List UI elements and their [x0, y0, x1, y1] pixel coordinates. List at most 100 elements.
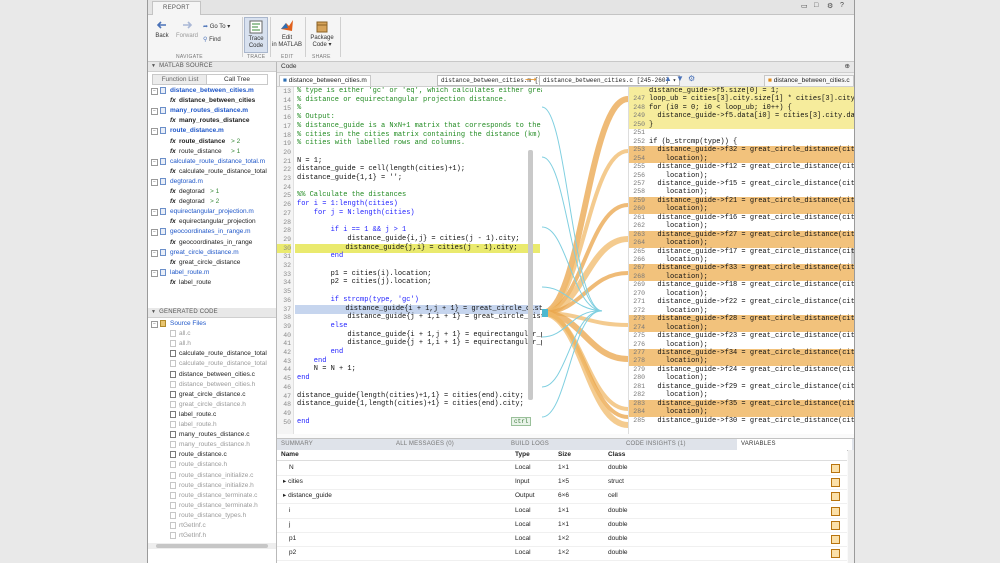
line-number: 25 [283, 192, 291, 200]
code-text: } [649, 120, 654, 129]
variable-size: 1×1 [558, 464, 570, 471]
variable-struct-icon[interactable] [831, 478, 840, 488]
line-number: 262 [633, 222, 645, 230]
tab-report[interactable]: REPORT [152, 1, 201, 15]
expand-toggle-icon[interactable]: − [151, 88, 158, 95]
c-file-icon: ■ [768, 77, 772, 84]
bottom-tab-variables[interactable]: VARIABLES [737, 439, 852, 450]
variable-struct-icon[interactable] [831, 535, 840, 544]
expand-toggle-icon[interactable]: − [151, 269, 158, 277]
variable-row[interactable]: ▸ distance_guide Output 6×6 cell [277, 489, 847, 505]
expand-toggle-icon[interactable]: − [151, 209, 158, 217]
back-arrow-icon [156, 21, 166, 29]
expand-toggle-icon[interactable]: − [151, 249, 158, 257]
bottom-tab-summary[interactable]: SUMMARY [277, 439, 392, 450]
trace-code-button[interactable]: Trace Code [244, 17, 268, 53]
variable-row[interactable]: j Local 1×1 double [277, 518, 847, 533]
code-text: % Output: [297, 113, 335, 122]
pane-options-icon[interactable]: ⊕ [845, 62, 850, 72]
tree-function-label: degtorad [179, 188, 205, 195]
tab-generated-file[interactable]: ■ distance_between_cities.c [764, 75, 854, 86]
variable-class: double [608, 535, 628, 542]
function-icon: fx [170, 137, 176, 145]
next-trace-icon[interactable]: ▼ [676, 74, 684, 83]
variable-row[interactable]: ▸ cities Input 1×5 struct [277, 475, 847, 491]
variable-struct-icon[interactable] [831, 492, 840, 502]
c-file-icon [170, 522, 176, 529]
back-button[interactable]: Back [152, 19, 172, 40]
col-class[interactable]: Class [608, 450, 625, 460]
line-number: 47 [283, 392, 291, 400]
tab-function-list[interactable]: Function List [152, 74, 208, 85]
line-number: 277 [633, 348, 645, 356]
variable-struct-icon[interactable] [831, 549, 840, 559]
line-number: 14 [283, 96, 291, 104]
package-code-button[interactable]: Package Code ▾ [307, 19, 337, 49]
variable-size: 1×1 [558, 506, 570, 514]
col-type[interactable]: Type [515, 450, 530, 460]
edit-in-matlab-button[interactable]: Edit in MATLAB [272, 19, 302, 49]
settings-icon[interactable]: ⚙ [827, 2, 833, 10]
matlab-source-header[interactable]: ▼ MATLAB SOURCE [148, 62, 276, 72]
code-line: % cities with labelled rows and columns. [297, 139, 465, 148]
tree-file-label: degtorad.m [170, 177, 203, 185]
variable-row[interactable]: p1 Local 1×2 double [277, 532, 847, 547]
coder-report-window: REPORT ▭ □ ⚙ ? Back Forward ➦ Go To ▾ ⚲ … [147, 0, 855, 563]
tree-function-label: route_distance [179, 147, 222, 155]
variable-row[interactable]: N Local 1×1 double [277, 461, 847, 476]
generated-code-editor[interactable]: distance_guide->f5.size[0] = 1; 247 loop_u… [628, 87, 854, 434]
tab-call-tree[interactable]: Call Tree [206, 74, 268, 85]
horizontal-scrollbar[interactable] [148, 543, 276, 549]
variable-struct-icon[interactable] [831, 506, 840, 516]
code-text: else [297, 321, 348, 330]
undock-icon[interactable]: □ [814, 2, 818, 9]
variable-row[interactable]: i Local 1×1 double [277, 504, 847, 519]
col-name[interactable]: Name [281, 450, 299, 460]
scroll-thumb[interactable] [156, 544, 268, 548]
expand-toggle-icon[interactable]: − [151, 158, 158, 166]
trace-mode-icon[interactable]: ⚙ [688, 74, 695, 83]
code-line: distance_guide{i + 1,j + 1} = great_circ… [295, 304, 542, 314]
line-number: 247 [633, 95, 645, 103]
tab-source-file[interactable]: ■ distance_between_cities.m [279, 75, 371, 86]
minimize-icon[interactable]: ▭ [801, 2, 808, 10]
code-text: distance_guide{j + 1,i + 1} = great_circ… [297, 313, 542, 322]
line-number: 278 [633, 357, 645, 365]
code-text: location); [649, 256, 708, 264]
col-size[interactable]: Size [558, 450, 571, 460]
code-text: % distance or equirectangular projection… [297, 95, 508, 104]
bottom-tab-build[interactable]: BUILD LOGS [507, 439, 622, 450]
variable-struct-icon[interactable] [831, 520, 840, 530]
line-number: 255 [633, 163, 645, 171]
expand-toggle-icon[interactable]: − [151, 229, 158, 237]
code-text: for j = N:length(cities) [297, 208, 415, 217]
code-line: location); [649, 172, 708, 181]
tree-file-label: equirectangular_projection.m [170, 208, 254, 216]
generated-location-dropdown[interactable]: distance_between_cities.c [245-260] ▾ [539, 75, 681, 86]
matlab-logo-icon [281, 20, 293, 31]
find-button[interactable]: ⚲ Find [203, 37, 239, 44]
bottom-tab-code[interactable]: CODE INSIGHTS (1) [622, 439, 737, 450]
source-scroll-thumb[interactable] [528, 150, 533, 400]
expand-toggle-icon[interactable]: − [151, 128, 158, 136]
variable-struct-icon[interactable] [831, 464, 840, 473]
generated-code-header[interactable]: ▼ GENERATED CODE [148, 308, 276, 318]
code-line: distance_guide{j + 1,i + 1} = equirectan… [297, 339, 542, 348]
code-text: p2 = cities(j).location; [297, 278, 432, 287]
bottom-tab-all[interactable]: ALL MESSAGES (0) [392, 439, 507, 450]
goto-button[interactable]: ➦ Go To ▾ [203, 24, 239, 31]
expand-toggle-icon[interactable]: − [151, 178, 158, 186]
generated-file-label: great_circle_distance.h [179, 400, 246, 408]
source-code-editor[interactable]: 13 14 15 16 17 18 19 20 21 22 23 24 25 26 27 28 28 29 30 31… [277, 87, 542, 434]
forward-button[interactable]: Forward [174, 19, 200, 40]
package-icon [316, 21, 328, 33]
code-line: distance_guide{i + 1,j + 1} = equirectan… [297, 331, 542, 340]
variable-row[interactable]: p2 Local 1×2 double [277, 546, 847, 562]
forward-arrow-icon [183, 21, 193, 29]
expand-toggle-icon[interactable]: − [151, 321, 158, 328]
variables-scrollbar[interactable] [848, 450, 854, 563]
expand-toggle-icon[interactable]: − [151, 108, 158, 116]
variable-type: Local [515, 535, 531, 542]
previous-trace-icon[interactable]: ▲ [664, 74, 672, 83]
help-icon[interactable]: ? [840, 2, 844, 9]
